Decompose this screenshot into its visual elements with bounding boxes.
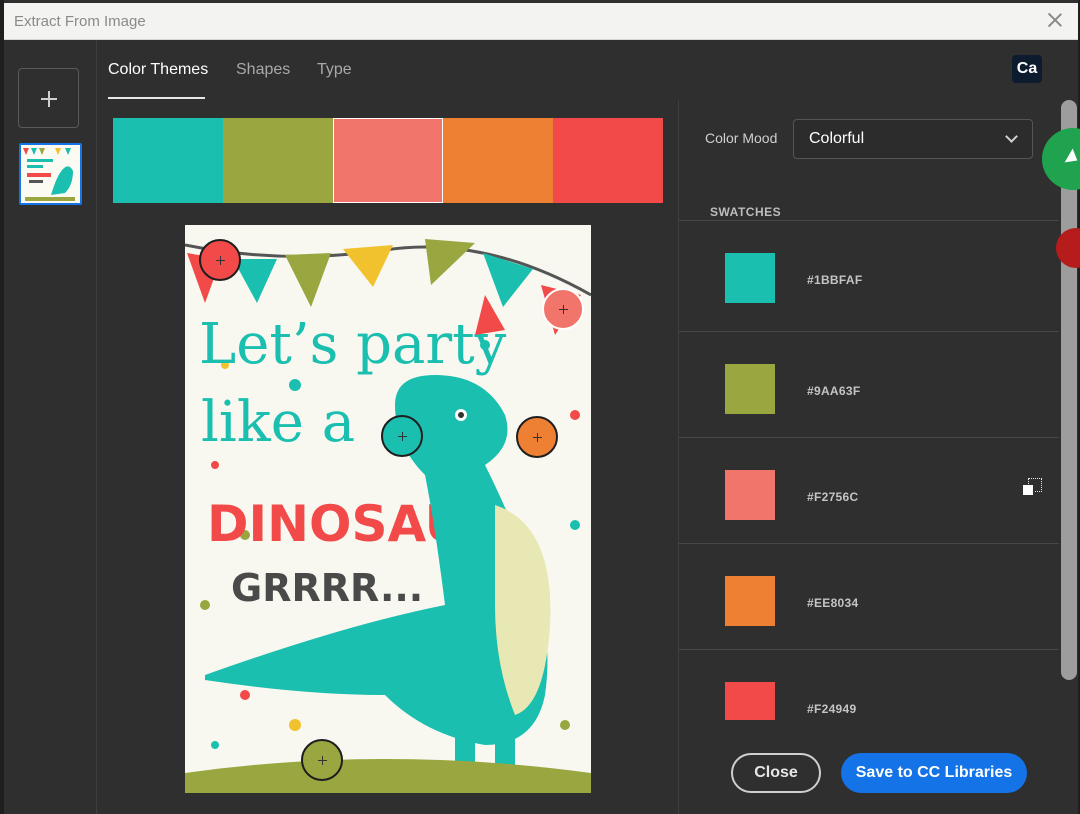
close-window-icon[interactable] [1046,11,1064,29]
tab-color-themes[interactable]: Color Themes [108,61,208,79]
save-to-libraries-button[interactable]: Save to CC Libraries [841,753,1027,793]
chevron-down-icon [1005,130,1018,143]
picker-handle[interactable] [516,416,558,458]
app-badge: Ca [1012,55,1042,83]
swatch-chip [725,364,775,414]
poster-line-1: Let’s party [199,312,507,377]
swatch-hex: #1BBFAF [807,273,863,287]
color-mood-label: Color Mood [705,130,778,146]
tab-type[interactable]: Type [317,61,352,79]
theme-swatch[interactable] [113,118,223,203]
copy-icon[interactable] [1022,478,1044,500]
title-bar: Extract From Image [4,3,1078,40]
swatch-chip [725,253,775,303]
swatch-row[interactable]: #9AA63F [679,331,1059,437]
picker-handle[interactable] [199,239,241,281]
swatch-chip [725,682,775,720]
swatch-chip [725,470,775,520]
image-sidebar [4,40,97,814]
window-title: Extract From Image [14,13,146,30]
theme-swatch[interactable] [553,118,663,203]
swatch-hex: #EE8034 [807,596,859,610]
swatch-row[interactable]: #F24949 [679,649,1059,720]
image-thumbnail[interactable] [19,143,82,205]
poster-line-4: GRRRR... [231,566,423,610]
source-image: Let’s party like a DINOSAUR GRRRR... [185,225,591,793]
color-mood-dropdown[interactable]: Colorful [793,119,1033,159]
swatch-hex: #F2756C [807,490,859,504]
picker-handle[interactable] [301,739,343,781]
swatch-list: #1BBFAF #9AA63F #F2756C #EE8034 #F24949 [679,220,1059,720]
swatch-hex: #9AA63F [807,384,861,398]
swatch-row[interactable]: #EE8034 [679,543,1059,649]
picker-handle[interactable] [381,415,423,457]
swatch-hex: #F24949 [807,702,857,716]
red-circle-decoration [1056,228,1080,268]
poster-artwork: Let’s party like a DINOSAUR GRRRR... [185,239,591,793]
thumbnail-preview [23,148,75,201]
close-button[interactable]: Close [731,753,821,793]
swatch-chip [725,576,775,626]
add-image-button[interactable] [18,68,79,128]
picker-handle[interactable] [542,288,584,330]
swatch-row[interactable]: #1BBFAF [679,220,1059,326]
theme-swatch[interactable] [333,118,443,203]
color-mood-value: Colorful [809,130,865,147]
tab-shapes[interactable]: Shapes [236,61,290,79]
theme-swatch[interactable] [223,118,333,203]
swatches-heading: SWATCHES [710,205,782,219]
active-tab-indicator [108,97,205,99]
swatch-row[interactable]: #F2756C [679,437,1059,543]
color-theme-strip [113,118,663,203]
poster-line-2: like a [201,390,355,455]
theme-swatch[interactable] [443,118,553,203]
